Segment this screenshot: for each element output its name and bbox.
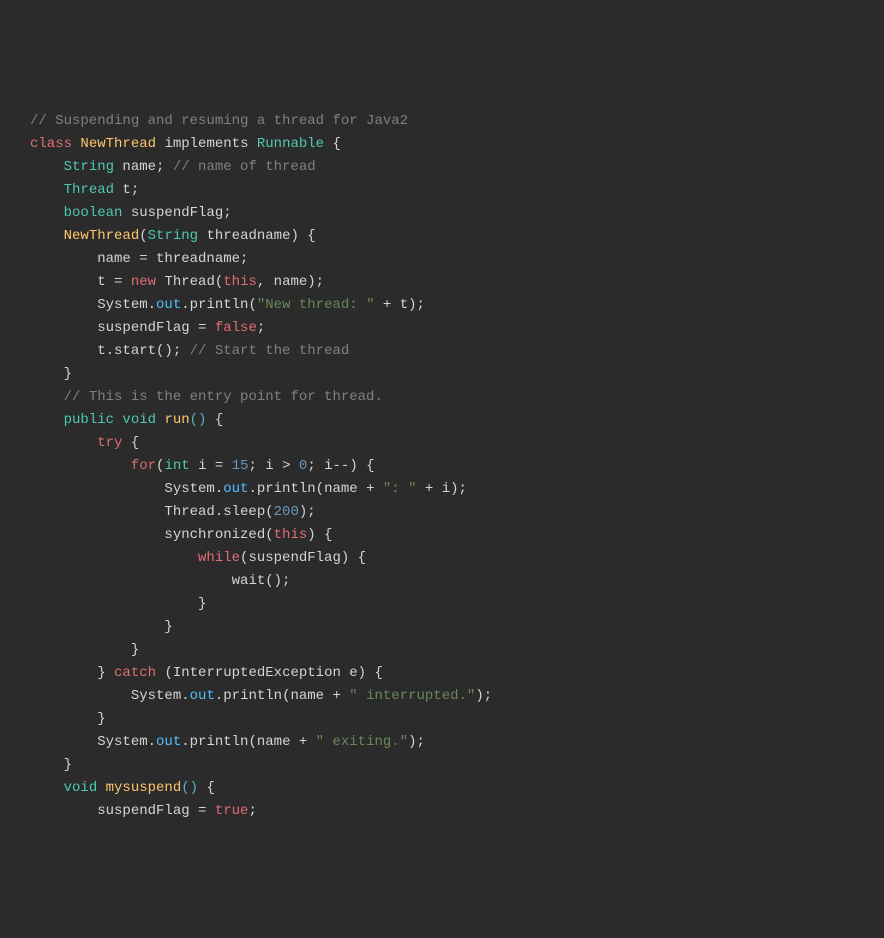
string-literal: " exiting."	[316, 734, 408, 750]
concat: + i);	[416, 481, 466, 497]
constructor-name: NewThread	[64, 228, 140, 244]
number-literal: 200	[274, 504, 299, 520]
brace: }	[64, 366, 72, 382]
comment: // name of thread	[173, 159, 316, 175]
keyword-false: false	[215, 320, 257, 336]
field-name: name;	[114, 159, 173, 175]
println: .println(name +	[215, 688, 349, 704]
system: System.	[97, 734, 156, 750]
field-suspendflag: suspendFlag;	[122, 205, 231, 221]
system: System.	[131, 688, 190, 704]
type-thread: Thread	[64, 182, 114, 198]
string-literal: ": "	[383, 481, 417, 497]
param: threadname) {	[198, 228, 316, 244]
println: .println(name +	[248, 481, 382, 497]
cond: ; i >	[249, 458, 299, 474]
keyword-implements: implements	[164, 136, 248, 152]
comment: // This is the entry point for thread.	[64, 389, 383, 405]
out-field: out	[223, 481, 248, 497]
args: , name);	[257, 274, 324, 290]
keyword-catch: catch	[114, 665, 156, 681]
method-mysuspend: mysuspend	[97, 780, 181, 796]
parens: ()	[181, 780, 198, 796]
wait-call: wait();	[232, 573, 291, 589]
brace: }	[64, 757, 72, 773]
interface-name: Runnable	[257, 136, 324, 152]
parens: ()	[190, 412, 207, 428]
brace: }	[198, 596, 206, 612]
keyword-while: while	[198, 550, 240, 566]
method-run: run	[156, 412, 190, 428]
brace: {	[324, 136, 341, 152]
brace: }	[131, 642, 139, 658]
stmt: t.start();	[97, 343, 189, 359]
type-string: String	[148, 228, 198, 244]
string-literal: " interrupted."	[349, 688, 475, 704]
type-boolean: boolean	[64, 205, 123, 221]
keyword-true: true	[215, 803, 249, 819]
synchronized: synchronized(	[164, 527, 273, 543]
system: System.	[97, 297, 156, 313]
class-name: NewThread	[80, 136, 156, 152]
out-field: out	[190, 688, 215, 704]
out-field: out	[156, 734, 181, 750]
paren: (	[139, 228, 147, 244]
println: .println(name +	[181, 734, 315, 750]
comment: // Start the thread	[190, 343, 350, 359]
keyword-class: class	[30, 136, 72, 152]
sleep-call: Thread.sleep(	[164, 504, 273, 520]
brace: }	[97, 711, 105, 727]
out-field: out	[156, 297, 181, 313]
ctor-call: Thread(	[156, 274, 223, 290]
keyword-for: for	[131, 458, 156, 474]
concat: + t);	[375, 297, 425, 313]
brace: {	[206, 412, 223, 428]
cond: (suspendFlag) {	[240, 550, 366, 566]
brace: {	[198, 780, 215, 796]
paren: );	[408, 734, 425, 750]
catch-param: (InterruptedException e) {	[156, 665, 383, 681]
iter: ; i--) {	[307, 458, 374, 474]
comment: // Suspending and resuming a thread for …	[30, 113, 408, 129]
field-t: t;	[114, 182, 139, 198]
keyword-void: void	[114, 412, 156, 428]
stmt: t =	[97, 274, 131, 290]
assign: suspendFlag =	[97, 320, 215, 336]
paren: );	[299, 504, 316, 520]
string-literal: "New thread: "	[257, 297, 375, 313]
keyword-void: void	[64, 780, 98, 796]
semi: ;	[257, 320, 265, 336]
brace: }	[164, 619, 172, 635]
brace: }	[97, 665, 114, 681]
keyword-try: try	[97, 435, 122, 451]
stmt: name = threadname;	[97, 251, 248, 267]
brace: ) {	[307, 527, 332, 543]
paren: );	[475, 688, 492, 704]
type-string: String	[64, 159, 114, 175]
assign: suspendFlag =	[97, 803, 215, 819]
keyword-this: this	[223, 274, 257, 290]
number-literal: 15	[232, 458, 249, 474]
keyword-this: this	[274, 527, 308, 543]
keyword-public: public	[64, 412, 114, 428]
println: .println(	[181, 297, 257, 313]
brace: {	[122, 435, 139, 451]
system: System.	[164, 481, 223, 497]
semi: ;	[248, 803, 256, 819]
var: i =	[190, 458, 232, 474]
code-editor: // Suspending and resuming a thread for …	[30, 110, 884, 823]
type-int: int	[164, 458, 189, 474]
keyword-new: new	[131, 274, 156, 290]
